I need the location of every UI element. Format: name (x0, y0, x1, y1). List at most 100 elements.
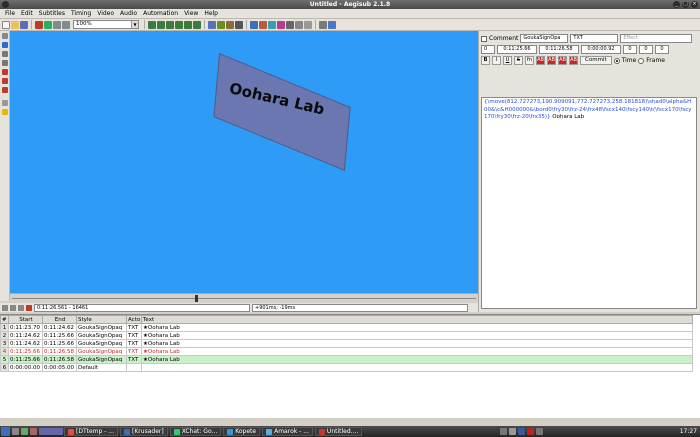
snap-scene-icon[interactable] (184, 20, 192, 29)
scale-tool-icon[interactable] (2, 69, 8, 75)
task-kopete[interactable]: Kopete (223, 427, 261, 436)
video-seek-slider[interactable] (10, 293, 478, 302)
rotate-xy-tool-icon[interactable] (2, 60, 8, 66)
shift-icon[interactable] (286, 20, 294, 29)
minimize-button[interactable]: _ (673, 1, 680, 8)
vector-clip-tool-icon[interactable] (2, 87, 8, 93)
tray-network-icon[interactable] (500, 428, 507, 435)
time-radio[interactable] (613, 57, 620, 64)
start-time-field[interactable]: 0:11:25.66 (497, 45, 537, 54)
margin-right-field[interactable]: 0 (639, 45, 653, 54)
drag-tool-icon[interactable] (2, 42, 8, 48)
margin-left-field[interactable]: 0 (623, 45, 637, 54)
table-row[interactable]: 4 0:11:25.66 0:11:26.58 GoukaSignOpaq TX… (0, 347, 693, 356)
attachments-icon[interactable] (226, 20, 234, 29)
maximize-button[interactable]: □ (682, 1, 689, 8)
clip-tool-icon[interactable] (2, 78, 8, 84)
styles-manager-icon[interactable] (208, 20, 216, 29)
menu-edit[interactable]: Edit (18, 9, 36, 19)
options-icon[interactable] (319, 20, 327, 29)
find-icon[interactable] (295, 20, 303, 29)
task-krusader[interactable]: [Krusader] (120, 427, 168, 436)
rotate-z-tool-icon[interactable] (2, 51, 8, 57)
task-dttemp[interactable]: [DTtemp - ... (64, 427, 119, 436)
header-start[interactable]: Start (8, 315, 43, 324)
toggle-icon[interactable] (2, 109, 8, 115)
zoom-select[interactable]: 100% ▼ (73, 20, 139, 29)
subtitle-text-editor[interactable]: {\move(812.727273,190.909091,772.727273,… (481, 97, 697, 309)
menu-help[interactable]: Help (201, 9, 221, 19)
strikeout-button[interactable]: S (514, 56, 523, 65)
layer-field[interactable]: 0 (481, 45, 495, 54)
tray-clipboard-icon[interactable] (536, 428, 543, 435)
resample-icon[interactable] (259, 20, 267, 29)
tray-volume-icon[interactable] (509, 428, 516, 435)
stop-icon[interactable] (18, 304, 24, 311)
zoom-in-icon[interactable] (53, 20, 61, 29)
menu-audio[interactable]: Audio (117, 9, 140, 19)
header-actor[interactable]: Acto (126, 315, 142, 324)
task-xchat[interactable]: XChat: Go... (169, 427, 222, 436)
menu-subtitles[interactable]: Subtitles (36, 9, 68, 19)
menu-file[interactable]: File (2, 9, 18, 19)
desktop-icon[interactable] (12, 428, 19, 435)
primary-color-button[interactable]: AB (536, 56, 545, 65)
menu-video[interactable]: Video (94, 9, 117, 19)
standard-tool-icon[interactable] (2, 33, 8, 39)
commit-button[interactable]: Commit (580, 56, 612, 65)
properties-icon[interactable] (217, 20, 225, 29)
seek-thumb[interactable] (195, 295, 198, 302)
table-row[interactable]: 6 0:00:00.00 0:00:05.00 Default (0, 363, 693, 372)
snap-start-icon[interactable] (166, 20, 174, 29)
bold-button[interactable]: B (481, 56, 490, 65)
automation-icon[interactable] (250, 20, 258, 29)
header-text[interactable]: Text (141, 315, 693, 324)
save-file-icon[interactable] (20, 20, 28, 29)
play-line-icon[interactable] (10, 304, 16, 311)
kanji-timer-icon[interactable] (277, 20, 285, 29)
menu-automation[interactable]: Automation (140, 9, 181, 19)
snap-end-icon[interactable] (175, 20, 183, 29)
actor-select[interactable]: TXT (570, 34, 619, 43)
window-menu-icon[interactable] (2, 1, 9, 8)
video-position-field[interactable]: 0:11:26.561 - 16461 (34, 303, 250, 312)
duration-field[interactable]: 0:00:00.92 (581, 45, 621, 54)
frame-radio[interactable] (638, 57, 645, 64)
new-file-icon[interactable] (2, 20, 10, 29)
start-menu-icon[interactable] (1, 427, 10, 436)
italic-button[interactable]: I (492, 56, 501, 65)
jump-to-icon[interactable] (44, 20, 52, 29)
close-button[interactable]: × (691, 1, 698, 8)
jump-end-icon[interactable] (157, 20, 165, 29)
shift-times-icon[interactable] (193, 20, 201, 29)
header-num[interactable]: # (0, 315, 9, 324)
comment-checkbox[interactable] (481, 35, 487, 42)
autoscroll-icon[interactable] (26, 304, 32, 311)
end-time-field[interactable]: 0:11:26.58 (539, 45, 579, 54)
style-select[interactable]: GoukaSignOpa (520, 34, 569, 43)
margin-vertical-field[interactable]: 0 (655, 45, 669, 54)
effect-input[interactable]: Effect (620, 34, 693, 43)
menu-timing[interactable]: Timing (68, 9, 94, 19)
tray-flag-icon[interactable] (527, 428, 534, 435)
open-file-icon[interactable] (11, 20, 19, 29)
outline-color-button[interactable]: AB (558, 56, 567, 65)
task-amarok[interactable]: Amarok - ... (262, 427, 313, 436)
jump-start-icon[interactable] (148, 20, 156, 29)
header-end[interactable]: End (42, 315, 77, 324)
table-row[interactable]: 1 0:11:23.70 0:11:24.62 GoukaSignOpaq TX… (0, 323, 693, 332)
timing-post-icon[interactable] (268, 20, 276, 29)
help-icon[interactable] (328, 20, 336, 29)
video-display[interactable]: Oohara Lab (10, 31, 478, 293)
tray-flag-icon[interactable] (518, 428, 525, 435)
table-row-selected[interactable]: 5 0:11:25.66 0:11:26.58 GoukaSignOpaq TX… (0, 355, 693, 364)
fonts-collector-icon[interactable] (235, 20, 243, 29)
shadow-color-button[interactable]: AB (569, 56, 578, 65)
launcher-icon[interactable] (30, 428, 37, 435)
underline-button[interactable]: U (503, 56, 512, 65)
task-aegisub[interactable]: Untitled.... (314, 427, 363, 436)
table-row[interactable]: 3 0:11:24.62 0:11:25.66 GoukaSignOpaq TX… (0, 339, 693, 348)
realtime-icon[interactable] (2, 100, 8, 106)
menu-view[interactable]: View (181, 9, 201, 19)
open-video-icon[interactable] (35, 20, 43, 29)
